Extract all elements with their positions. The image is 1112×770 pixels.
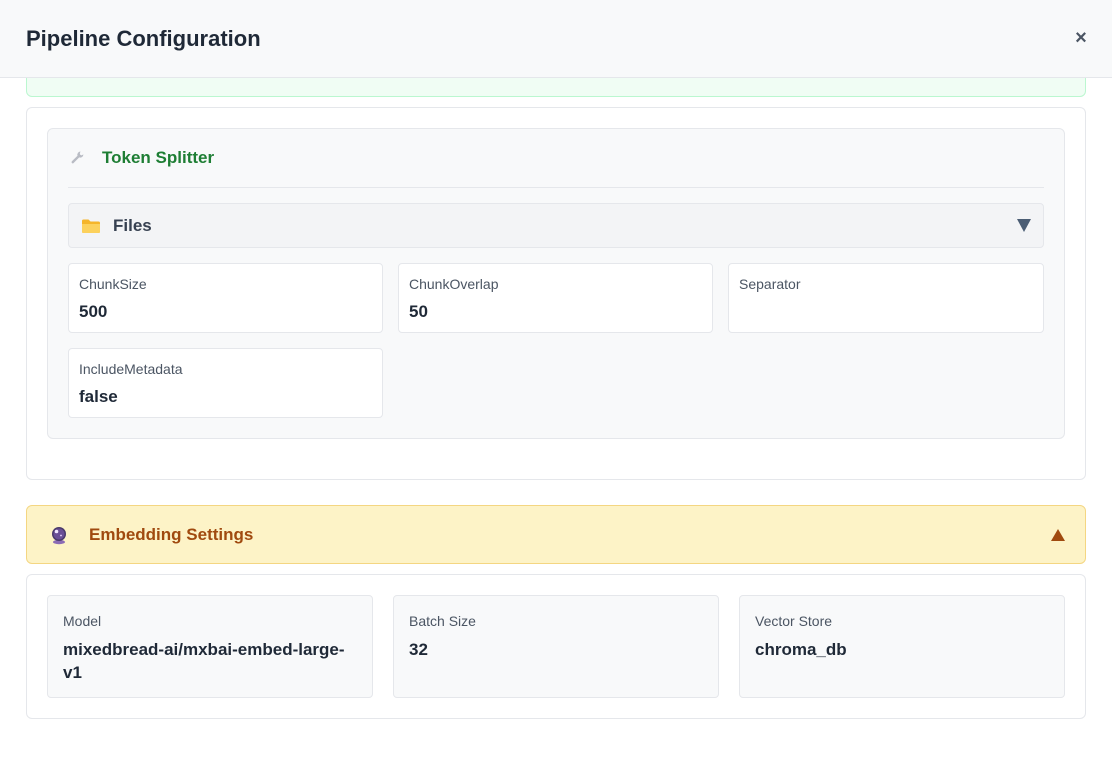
field-value: 50 (409, 302, 428, 321)
success-strip (26, 78, 1086, 97)
separator-field: Separator (728, 263, 1044, 333)
modal-body: Token Splitter Files ChunkSize 500 Chunk… (0, 78, 1112, 770)
field-value: 32 (409, 640, 428, 659)
model-field: Model mixedbread-ai/mxbai-embed-large-v1 (47, 595, 373, 698)
expand-caret-icon[interactable] (1017, 219, 1031, 232)
field-value: 500 (79, 302, 108, 321)
field-label: Separator (739, 276, 801, 292)
splitter-card: Token Splitter Files ChunkSize 500 Chunk… (47, 128, 1065, 439)
crystal-ball-icon (49, 525, 69, 545)
field-label: Vector Store (755, 613, 833, 629)
modal-header: Pipeline Configuration × (0, 0, 1112, 78)
splitter-title: Token Splitter (102, 148, 215, 167)
field-label: Batch Size (409, 613, 476, 629)
field-value: false (79, 387, 118, 406)
embedding-title: Embedding Settings (89, 524, 254, 544)
batch-size-field: Batch Size 32 (393, 595, 719, 698)
chunk-overlap-field: ChunkOverlap 50 (398, 263, 713, 333)
field-label: ChunkSize (79, 276, 147, 292)
collapse-caret-icon[interactable] (1051, 528, 1065, 541)
files-toggle[interactable]: Files (68, 203, 1044, 248)
files-label: Files (113, 215, 152, 235)
embedding-settings-toggle[interactable]: Embedding Settings (26, 505, 1086, 564)
field-value: chroma_db (755, 640, 847, 659)
chunk-size-field: ChunkSize 500 (68, 263, 383, 333)
splitter-section: Token Splitter Files ChunkSize 500 Chunk… (26, 107, 1086, 480)
close-button[interactable]: × (1066, 27, 1096, 50)
wrench-icon (68, 148, 88, 168)
include-metadata-field: IncludeMetadata false (68, 348, 383, 418)
splitter-header: Token Splitter (68, 129, 1044, 188)
folder-icon (81, 218, 101, 234)
field-label: ChunkOverlap (409, 276, 499, 292)
vector-store-field: Vector Store chroma_db (739, 595, 1065, 698)
modal-title: Pipeline Configuration (26, 25, 261, 51)
field-value: mixedbread-ai/mxbai-embed-large-v1 (63, 640, 345, 682)
field-label: Model (63, 613, 102, 629)
embedding-settings-panel: Model mixedbread-ai/mxbai-embed-large-v1… (26, 574, 1086, 719)
field-label: IncludeMetadata (79, 361, 183, 377)
